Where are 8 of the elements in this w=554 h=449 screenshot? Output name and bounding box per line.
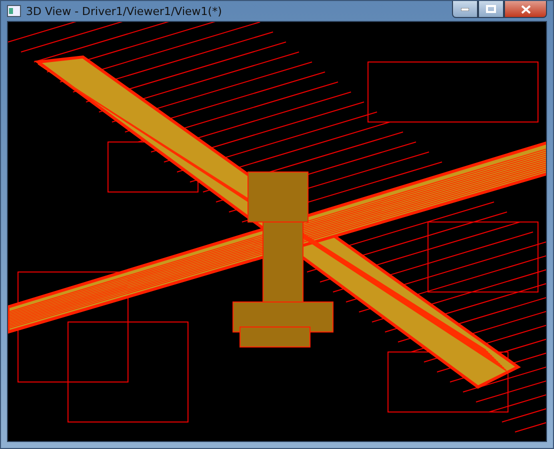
- window-title: 3D View - Driver1/Viewer1/View1(*): [26, 4, 223, 18]
- minimize-icon: [461, 8, 469, 10]
- close-button[interactable]: [504, 1, 547, 18]
- maximize-icon: [486, 5, 496, 13]
- close-icon: [520, 4, 530, 14]
- minimize-button[interactable]: [452, 1, 478, 18]
- maximize-button[interactable]: [478, 1, 504, 18]
- app-icon: [7, 5, 21, 17]
